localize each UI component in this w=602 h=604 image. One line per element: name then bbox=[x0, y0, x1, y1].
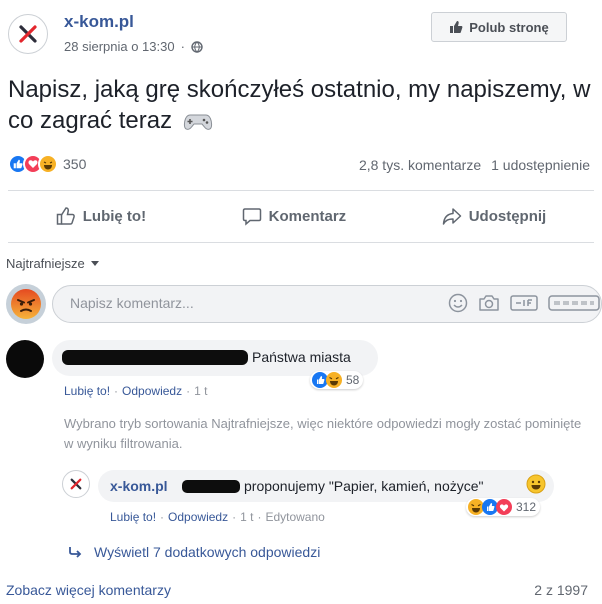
xkom-logo-icon bbox=[19, 25, 37, 43]
commenter-avatar-redacted[interactable] bbox=[6, 340, 44, 378]
post-date-link[interactable]: 28 sierpnia o 13:30 bbox=[64, 39, 175, 54]
caret-down-icon bbox=[90, 260, 99, 267]
post-text: Napisz, jaką grę skończyłeś ostatnio, my… bbox=[8, 74, 598, 136]
tagged-name-redacted[interactable] bbox=[182, 480, 240, 493]
reply-reply-link[interactable]: Odpowiedz bbox=[168, 510, 228, 524]
comment-reactions[interactable]: 58 bbox=[310, 371, 364, 389]
reaction-count: 350 bbox=[63, 156, 87, 172]
filter-note: Wybrano tryb sortowania Najtrafniejsze, … bbox=[64, 416, 582, 451]
reply-author-link[interactable]: x-kom.pl bbox=[110, 478, 168, 494]
comment-like-link[interactable]: Lubię to! bbox=[64, 384, 110, 398]
sticker-icon[interactable] bbox=[548, 293, 600, 313]
reply-like-link[interactable]: Lubię to! bbox=[110, 510, 156, 524]
post-stats: 2,8 tys. komentarze 1 udostępnienie bbox=[359, 157, 590, 173]
comments-count-link[interactable]: 2,8 tys. komentarze bbox=[359, 157, 481, 173]
separator: · bbox=[257, 510, 262, 524]
comment-reaction-count: 58 bbox=[346, 373, 360, 387]
separator: · bbox=[114, 384, 119, 398]
post-actions-bar: Lubię to! Komentarz Udostępnij bbox=[8, 197, 594, 235]
separator: · bbox=[186, 384, 191, 398]
comment-button[interactable]: Komentarz bbox=[242, 206, 347, 226]
post-text-content: Napisz, jaką grę skończyłeś ostatnio, my… bbox=[8, 76, 591, 134]
haha-reaction-icon bbox=[326, 372, 342, 388]
emoji-icon[interactable] bbox=[448, 293, 468, 313]
angry-face-avatar bbox=[6, 284, 46, 324]
see-more-comments-link[interactable]: Zobacz więcej komentarzy bbox=[6, 582, 171, 598]
comment-text: Państwa miasta bbox=[252, 349, 351, 365]
grinning-emoji-icon bbox=[526, 474, 546, 494]
reply-avatar[interactable] bbox=[62, 470, 90, 498]
share-button-label: Udostępnij bbox=[468, 207, 547, 225]
camera-icon[interactable] bbox=[478, 293, 500, 313]
reply-text: proponujemy "Papier, kamień, nożyce" bbox=[244, 478, 484, 494]
sort-label: Najtrafniejsze bbox=[6, 256, 85, 271]
divider bbox=[8, 190, 594, 191]
love-reaction-icon bbox=[496, 499, 512, 515]
haha-reaction-icon bbox=[38, 154, 58, 174]
thumbs-up-icon bbox=[449, 20, 463, 34]
comment-reply-link[interactable]: Odpowiedz bbox=[122, 384, 182, 398]
xkom-logo-icon bbox=[70, 478, 82, 490]
like-page-button[interactable]: Polub stronę bbox=[431, 12, 567, 42]
globe-icon bbox=[191, 40, 203, 53]
edited-label[interactable]: Edytowano bbox=[265, 510, 324, 524]
commenter-name-redacted[interactable] bbox=[62, 350, 248, 365]
like-page-label: Polub stronę bbox=[469, 19, 549, 35]
comment-tools bbox=[448, 293, 600, 313]
post-reactions[interactable]: 350 bbox=[8, 154, 86, 174]
thumbs-up-outline-icon bbox=[56, 206, 76, 226]
post-meta: 28 sierpnia o 13:30 · bbox=[64, 39, 203, 54]
reply-reactions[interactable]: 312 bbox=[466, 498, 541, 516]
speech-bubble-icon bbox=[242, 206, 262, 226]
reply-time-link[interactable]: 1 t bbox=[240, 510, 253, 524]
like-button-label: Lubię to! bbox=[82, 207, 147, 225]
share-button[interactable]: Udostępnij bbox=[442, 206, 547, 226]
meta-separator: · bbox=[180, 39, 185, 54]
separator: · bbox=[160, 510, 165, 524]
comment-sort-dropdown[interactable]: Najtrafniejsze bbox=[6, 256, 99, 271]
gif-icon[interactable] bbox=[510, 293, 538, 313]
comment-page-count: 2 z 1997 bbox=[534, 582, 588, 598]
comment-time-link[interactable]: 1 t bbox=[194, 384, 207, 398]
comment-actions: Lubię to! · Odpowiedz · 1 t bbox=[64, 384, 207, 398]
separator: · bbox=[232, 510, 237, 524]
more-replies-label: Wyświetl 7 dodatkowych odpowiedzi bbox=[94, 544, 321, 560]
reply-reaction-count: 312 bbox=[516, 500, 537, 514]
divider bbox=[8, 242, 594, 243]
page-name-link[interactable]: x-kom.pl bbox=[64, 12, 134, 32]
comment-button-label: Komentarz bbox=[268, 207, 347, 225]
like-button[interactable]: Lubię to! bbox=[56, 206, 146, 226]
comment-input-placeholder: Napisz komentarz... bbox=[70, 295, 194, 311]
more-replies-link[interactable]: Wyświetl 7 dodatkowych odpowiedzi bbox=[68, 544, 320, 560]
reply-arrow-icon bbox=[68, 546, 82, 558]
page-avatar[interactable] bbox=[8, 14, 48, 54]
gamepad-icon bbox=[183, 112, 213, 132]
shares-count-link[interactable]: 1 udostępnienie bbox=[491, 157, 590, 173]
share-arrow-icon bbox=[442, 206, 462, 226]
reply-actions: Lubię to! · Odpowiedz · 1 t · Edytowano bbox=[110, 510, 325, 524]
